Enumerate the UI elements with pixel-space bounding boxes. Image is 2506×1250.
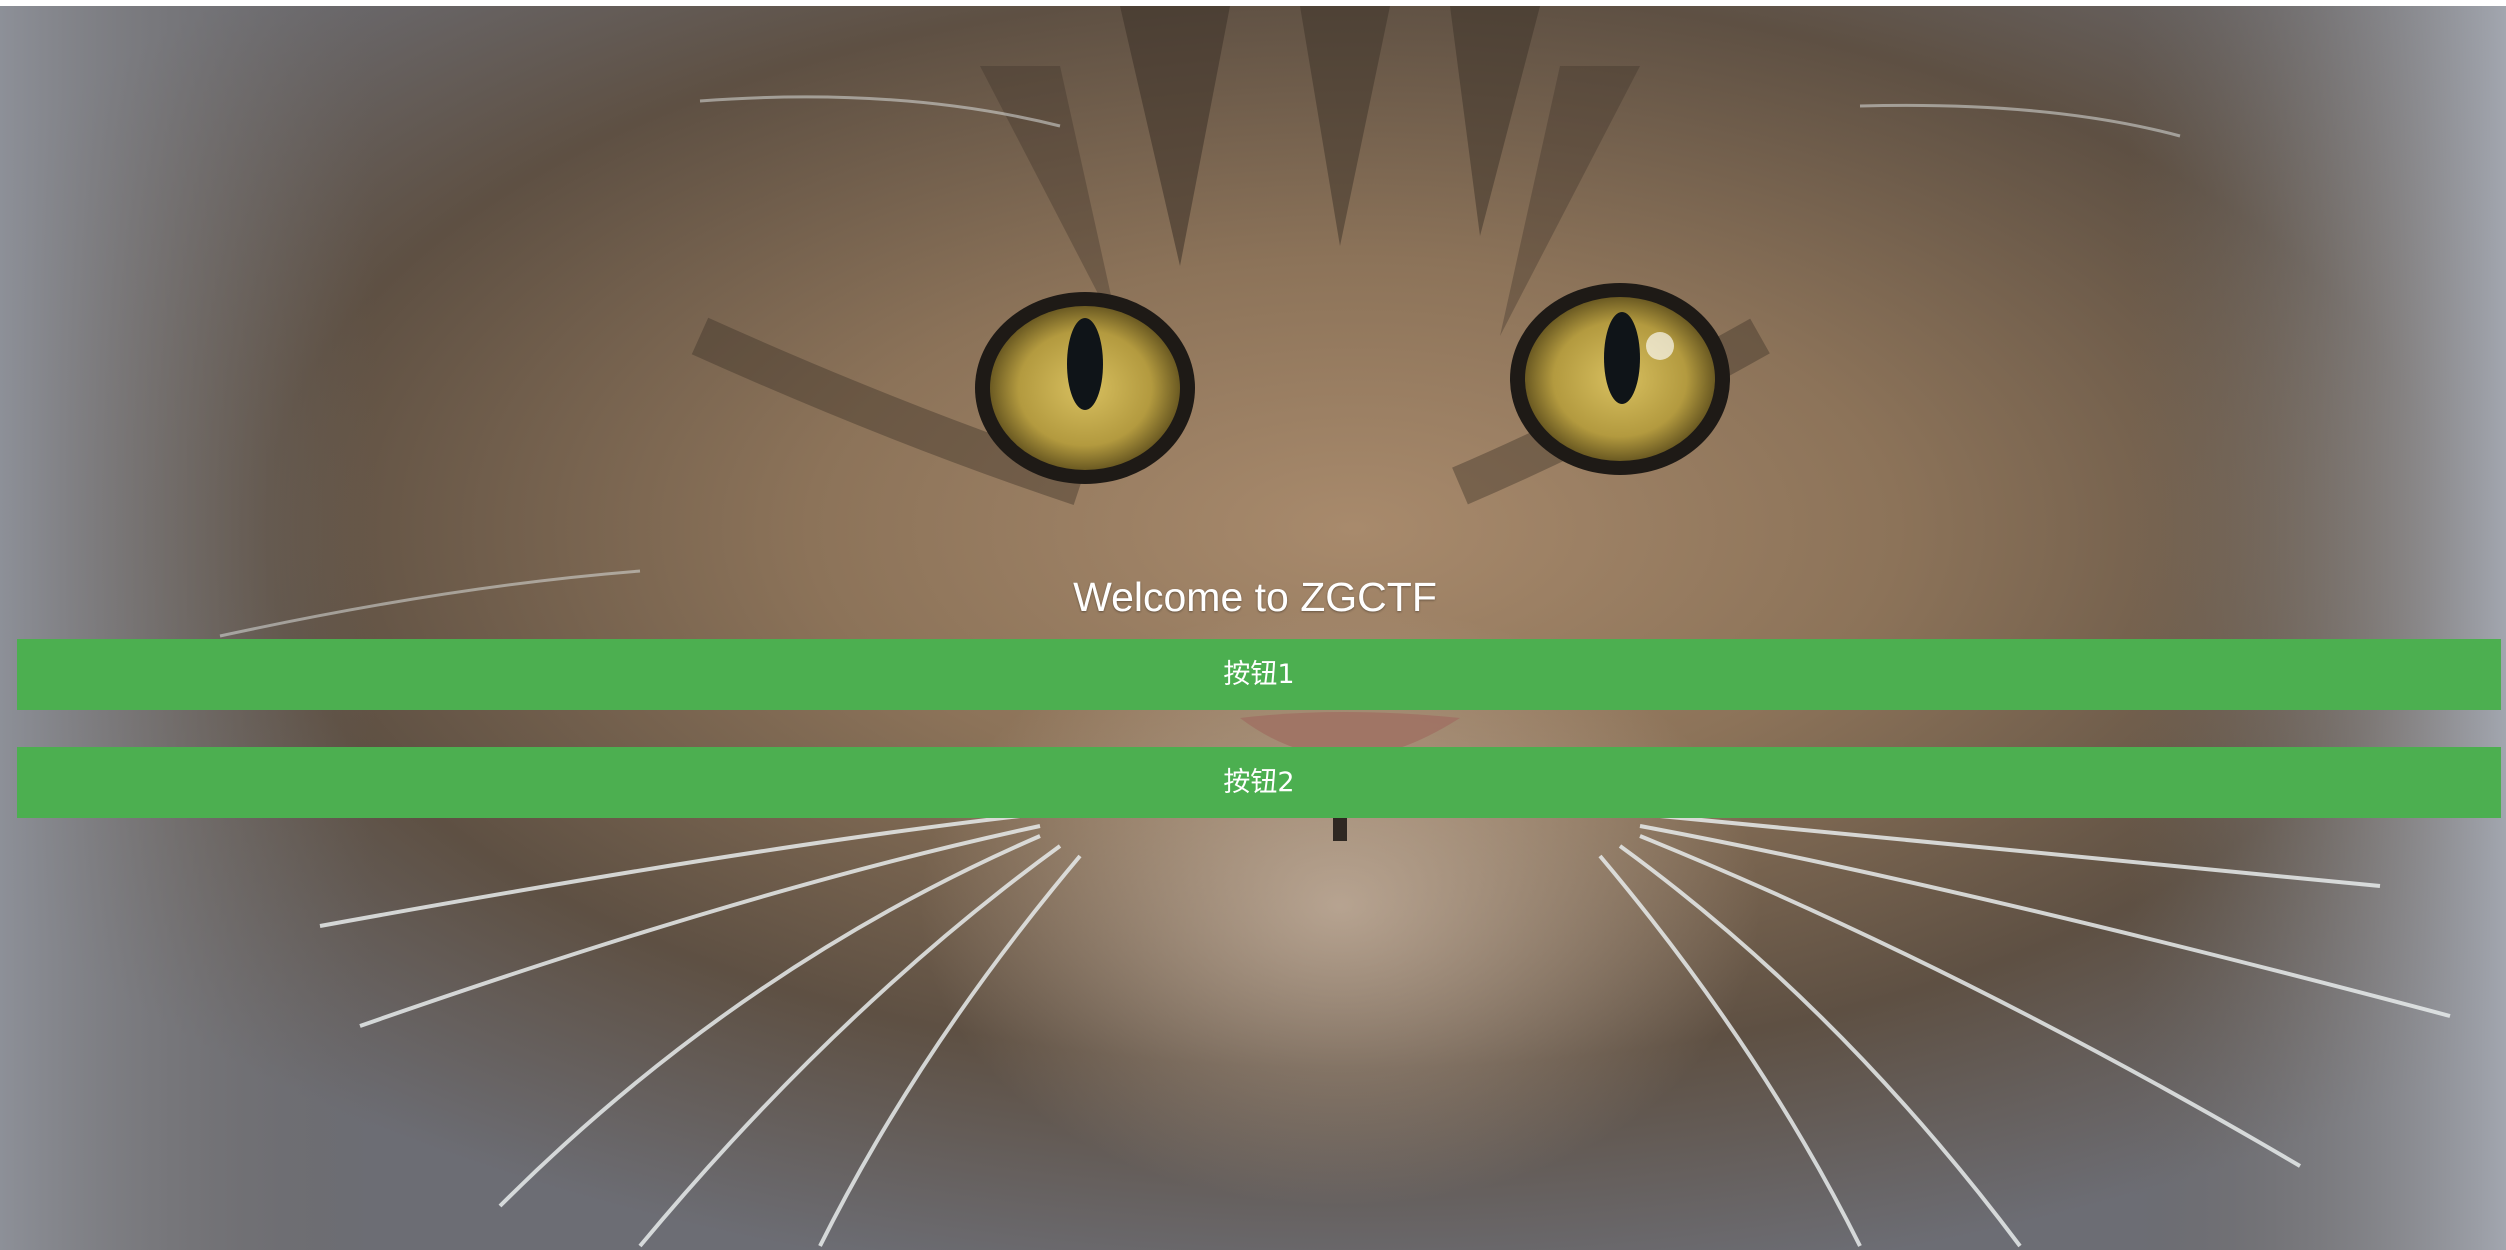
page-title: Welcome to ZGCTF xyxy=(1073,574,1437,620)
page: Welcome to ZGCTF 按钮1 按钮2 xyxy=(0,0,2506,1250)
background-cat-photo xyxy=(0,6,2506,1250)
button-1[interactable]: 按钮1 xyxy=(17,639,2501,710)
button-2[interactable]: 按钮2 xyxy=(17,747,2501,818)
